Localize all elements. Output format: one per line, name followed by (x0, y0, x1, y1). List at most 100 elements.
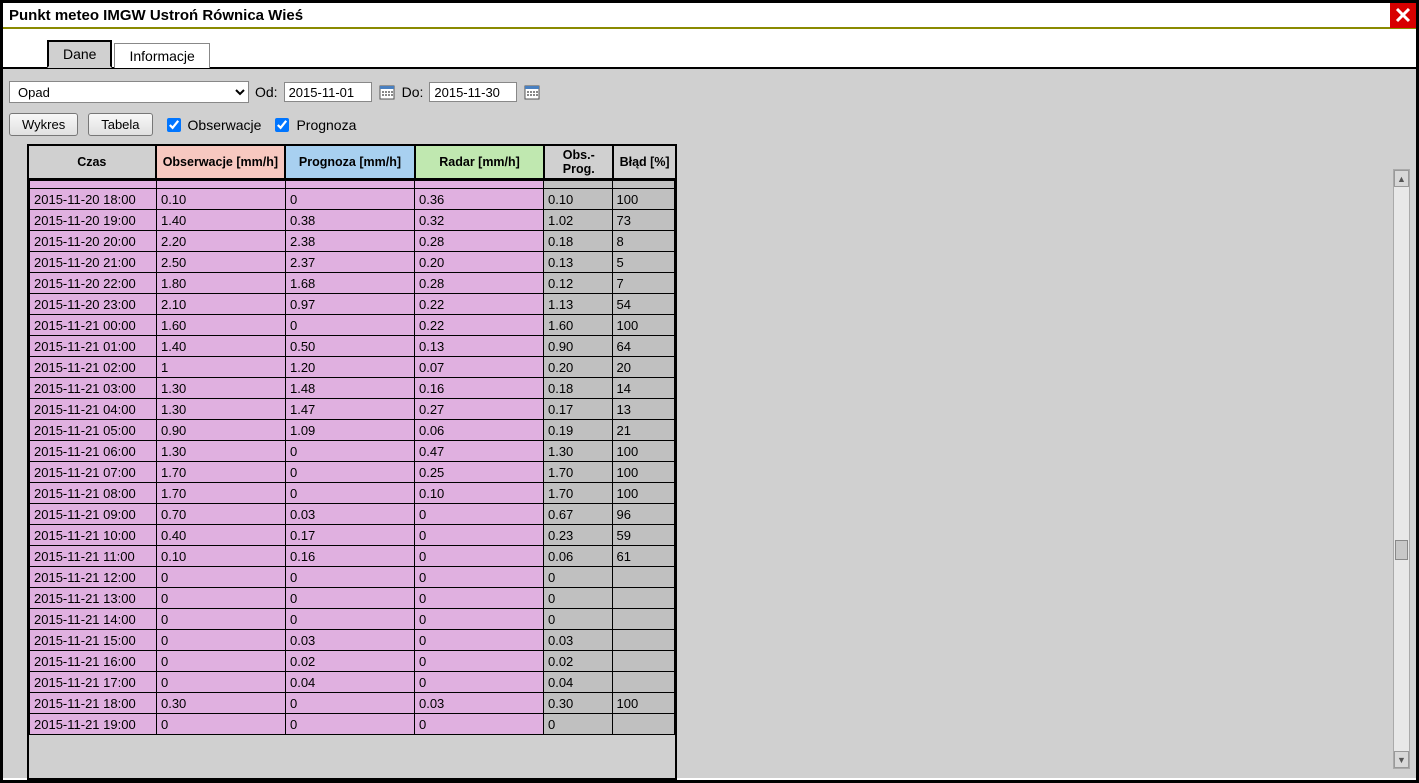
calendar-from-button[interactable] (378, 83, 396, 101)
table-cell: 0.16 (414, 378, 543, 399)
table-cell: 54 (612, 294, 674, 315)
table-cell: 0.36 (414, 189, 543, 210)
table-cell: 0 (285, 189, 414, 210)
col-header-diff[interactable]: Obs.-Prog. (544, 145, 613, 179)
table-cell: 1.60 (543, 315, 612, 336)
vertical-scrollbar[interactable]: ▲ ▼ (1393, 169, 1410, 769)
table-header-row: Czas Obserwacje [mm/h] Prognoza [mm/h] R… (28, 145, 676, 179)
table-cell: 1.40 (156, 336, 285, 357)
table-cell: 0.22 (414, 315, 543, 336)
close-button[interactable] (1390, 2, 1416, 28)
table-cell: 1.30 (543, 441, 612, 462)
table-cell: 2015-11-21 15:00 (30, 630, 157, 651)
measurement-select[interactable]: Opad (9, 81, 249, 103)
table-cell: 0 (285, 567, 414, 588)
table-cell: 0.47 (414, 441, 543, 462)
data-table: Czas Obserwacje [mm/h] Prognoza [mm/h] R… (27, 144, 677, 780)
scroll-down-arrow-icon[interactable]: ▼ (1394, 751, 1409, 768)
table-cell: 0.18 (543, 378, 612, 399)
table-cell: 0.50 (285, 336, 414, 357)
table-cell: 0.25 (414, 462, 543, 483)
col-header-czas[interactable]: Czas (28, 145, 156, 179)
col-header-radar[interactable]: Radar [mm/h] (415, 145, 545, 179)
table-cell: 0 (543, 567, 612, 588)
table-cell: 2015-11-20 23:00 (30, 294, 157, 315)
table-cell: 0.18 (543, 231, 612, 252)
table-cell: 0.19 (543, 420, 612, 441)
table-cell: 0 (156, 714, 285, 735)
wykres-button[interactable]: Wykres (9, 113, 78, 136)
tabela-button[interactable]: Tabela (88, 113, 152, 136)
table-cell: 100 (612, 483, 674, 504)
table-cell: 0 (156, 630, 285, 651)
scroll-thumb[interactable] (1395, 540, 1408, 560)
table-cell: 1.70 (156, 462, 285, 483)
col-header-error[interactable]: Błąd [%] (613, 145, 676, 179)
table-cell: 2015-11-21 13:00 (30, 588, 157, 609)
table-cell: 0.27 (414, 399, 543, 420)
table-cell (612, 567, 674, 588)
table-cell: 0.02 (285, 651, 414, 672)
table-cell: 2015-11-21 14:00 (30, 609, 157, 630)
table-cell: 2015-11-21 00:00 (30, 315, 157, 336)
date-to-input[interactable] (429, 82, 517, 102)
col-header-obserwacje[interactable]: Obserwacje [mm/h] (156, 145, 286, 179)
tab-dane[interactable]: Dane (47, 40, 112, 68)
table-cell: 0 (414, 525, 543, 546)
table-cell: 2015-11-20 21:00 (30, 252, 157, 273)
table-cell: 2015-11-21 17:00 (30, 672, 157, 693)
date-from-input[interactable] (284, 82, 372, 102)
table-cell: 0.03 (414, 693, 543, 714)
table-cell: 1.09 (285, 420, 414, 441)
table-row: 2015-11-21 13:000000 (30, 588, 675, 609)
table-cell: 1.30 (156, 378, 285, 399)
table-cell: 0 (285, 483, 414, 504)
titlebar: Punkt meteo IMGW Ustroń Równica Wieś (3, 3, 1416, 29)
table-cell: 0.40 (156, 525, 285, 546)
table-cell: 0.23 (543, 525, 612, 546)
table-row: 2015-11-21 09:000.700.0300.6796 (30, 504, 675, 525)
filter-row: Opad Od: Do: (9, 81, 1410, 103)
table-row: 2015-11-20 20:002.202.380.280.188 (30, 231, 675, 252)
table-cell (612, 714, 674, 735)
col-header-prognoza[interactable]: Prognoza [mm/h] (285, 145, 415, 179)
table-cell: 20 (612, 357, 674, 378)
table-cell: 0.03 (285, 630, 414, 651)
table-cell: 0 (414, 714, 543, 735)
table-cell: 2015-11-21 19:00 (30, 714, 157, 735)
do-label: Do: (402, 84, 424, 100)
scroll-up-arrow-icon[interactable]: ▲ (1394, 170, 1409, 187)
table-cell: 1.48 (285, 378, 414, 399)
table-row: 2015-11-21 02:0011.200.070.2020 (30, 357, 675, 378)
table-cell: 2.38 (285, 231, 414, 252)
table-row: 2015-11-21 08:001.7000.101.70100 (30, 483, 675, 504)
table-cell: 0 (285, 693, 414, 714)
table-cell: 0 (414, 588, 543, 609)
table-cell: 8 (612, 231, 674, 252)
table-cell: 0.03 (543, 630, 612, 651)
table-cell: 0 (414, 567, 543, 588)
table-cell: 1.47 (285, 399, 414, 420)
table-row: 2015-11-20 17:000.300.090.480.39130 (30, 181, 675, 189)
table-cell: 0 (156, 609, 285, 630)
table-cell: 2.10 (156, 294, 285, 315)
obserwacje-checkbox[interactable] (167, 118, 181, 132)
table-cell: 0.22 (414, 294, 543, 315)
table-cell: 2.50 (156, 252, 285, 273)
table-cell: 1.70 (543, 483, 612, 504)
calendar-to-button[interactable] (523, 83, 541, 101)
table-cell: 7 (612, 273, 674, 294)
table-row: 2015-11-20 21:002.502.370.200.135 (30, 252, 675, 273)
table-row: 2015-11-21 06:001.3000.471.30100 (30, 441, 675, 462)
table-cell: 64 (612, 336, 674, 357)
prognoza-checkbox[interactable] (275, 118, 289, 132)
obserwacje-checkbox-label[interactable]: Obserwacje (163, 115, 262, 135)
table-cell: 0.10 (543, 189, 612, 210)
tab-informacje[interactable]: Informacje (114, 43, 209, 68)
table-cell: 100 (612, 441, 674, 462)
table-cell: 2015-11-21 06:00 (30, 441, 157, 462)
table-cell: 100 (612, 315, 674, 336)
table-cell: 2015-11-20 20:00 (30, 231, 157, 252)
prognoza-checkbox-label[interactable]: Prognoza (271, 115, 356, 135)
table-cell: 2015-11-21 07:00 (30, 462, 157, 483)
